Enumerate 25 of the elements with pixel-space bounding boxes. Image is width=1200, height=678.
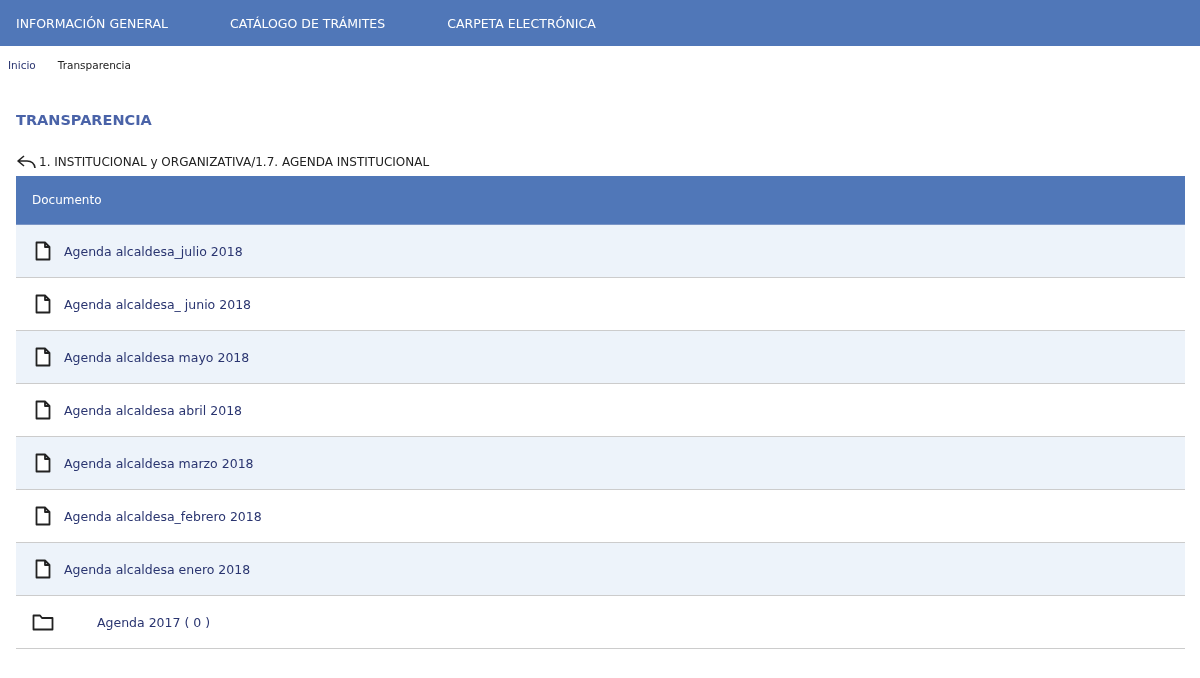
nav-link[interactable]: CARPETA ELECTRÓNICA xyxy=(447,15,596,31)
folder-icon xyxy=(32,613,54,631)
breadcrumb-link[interactable]: Inicio xyxy=(8,59,36,79)
document-icon xyxy=(35,559,51,579)
document-link[interactable]: Agenda alcaldesa abril 2018 xyxy=(64,402,243,418)
document-link[interactable]: Agenda alcaldesa_febrero 2018 xyxy=(64,508,262,524)
page-title: TRANSPARENCIA xyxy=(15,111,153,130)
nav-link[interactable]: CATÁLOGO DE TRÁMITES xyxy=(230,15,386,31)
folder-path: 1. INSTITUCIONAL y ORGANIZATIVA/1.7. AGENDA INSTITUCIONAL xyxy=(39,155,430,169)
column-header: Documento xyxy=(32,193,102,207)
document-icon xyxy=(35,294,51,314)
document-link[interactable]: Agenda alcaldesa mayo 2018 xyxy=(64,349,250,365)
breadcrumb-link[interactable]: Transparencia xyxy=(57,59,131,79)
folder-link[interactable]: Agenda 2017 ( 0 ) xyxy=(97,614,211,630)
document-icon xyxy=(35,453,51,473)
document-link[interactable]: Agenda alcaldesa marzo 2018 xyxy=(64,455,254,471)
document-icon xyxy=(35,241,51,261)
document-icon xyxy=(35,506,51,526)
back-arrow-icon[interactable] xyxy=(16,155,36,169)
document-link[interactable]: Agenda alcaldesa_julio 2018 xyxy=(64,243,243,259)
nav-link[interactable]: INFORMACIÓN GENERAL xyxy=(16,15,168,31)
document-link[interactable]: Agenda alcaldesa_ junio 2018 xyxy=(64,296,252,312)
document-icon xyxy=(35,400,51,420)
document-icon xyxy=(35,347,51,367)
document-link[interactable]: Agenda alcaldesa enero 2018 xyxy=(64,561,251,577)
